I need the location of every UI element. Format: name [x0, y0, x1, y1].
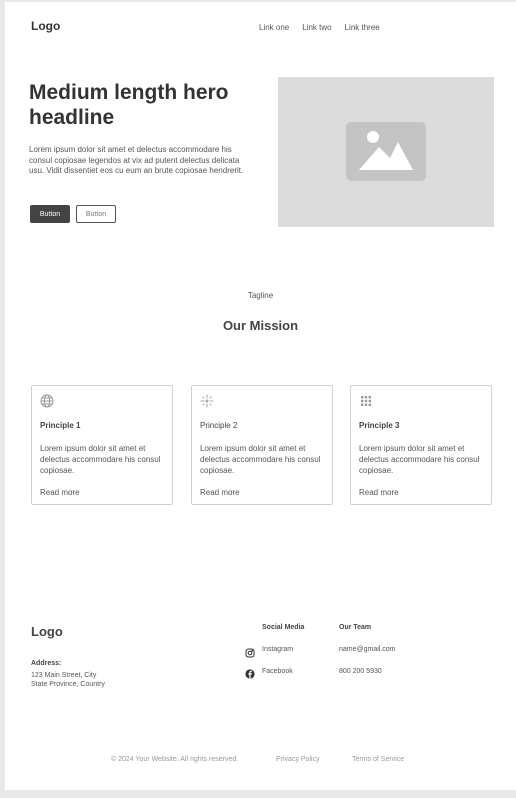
hero-image [278, 77, 494, 227]
footer-logo[interactable]: Logo [31, 624, 63, 639]
hero-primary-button[interactable]: Button [30, 205, 70, 223]
principle-card: Principle 2 Lorem ipsum dolor sit amet e… [191, 385, 333, 505]
card-title: Principle 3 [359, 421, 400, 430]
page: Logo Link one Link two Link three Medium l… [5, 2, 516, 790]
nav-links: Link one Link two Link three [259, 23, 393, 32]
read-more-link[interactable]: Read more [200, 488, 240, 497]
team-phone[interactable]: 800 200 5930 [339, 668, 382, 675]
address-text: 123 Main Street, City State Province, Co… [31, 671, 105, 689]
hero-secondary-button[interactable]: Button [76, 205, 116, 223]
card-body: Lorem ipsum dolor sit amet et delectus a… [40, 444, 161, 475]
nav-link-three[interactable]: Link three [345, 23, 380, 32]
instagram-icon[interactable] [245, 645, 255, 658]
address-line: 123 Main Street, City [31, 672, 97, 679]
nav-link-two[interactable]: Link two [302, 23, 331, 32]
privacy-policy-link[interactable]: Privacy Policy [276, 756, 320, 763]
address-label: Address: [31, 660, 62, 667]
principle-card: Principle 3 Lorem ipsum dolor sit amet e… [350, 385, 492, 505]
nav-link-one[interactable]: Link one [259, 23, 289, 32]
hero-headline: Medium length hero headline [29, 81, 229, 129]
facebook-icon[interactable] [245, 666, 255, 679]
image-placeholder-icon [346, 122, 426, 181]
team-email[interactable]: name@gmail.com [339, 646, 396, 653]
terms-of-service-link[interactable]: Terms of Service [352, 756, 404, 763]
address-line: State Province, Country [31, 681, 105, 688]
mission-tagline: Tagline [247, 291, 274, 300]
read-more-link[interactable]: Read more [359, 488, 399, 497]
our-team-heading: Our Team [339, 624, 372, 631]
copyright-text: © 2024 Your Website. All rights reserved… [111, 756, 239, 763]
nav-logo[interactable]: Logo [31, 19, 60, 33]
hero-body: Lorem ipsum dolor sit amet et delectus a… [29, 145, 244, 176]
card-body: Lorem ipsum dolor sit amet et delectus a… [359, 444, 480, 475]
mission-title: Our Mission [222, 318, 299, 333]
instagram-link[interactable]: Instagram [262, 646, 293, 653]
card-body: Lorem ipsum dolor sit amet et delectus a… [200, 444, 321, 475]
read-more-link[interactable]: Read more [40, 488, 80, 497]
card-title: Principle 1 [40, 421, 81, 430]
principle-card: Principle 1 Lorem ipsum dolor sit amet e… [31, 385, 173, 505]
facebook-link[interactable]: Facebook [262, 668, 293, 675]
sparkle-icon [200, 394, 214, 408]
grid-dots-icon [359, 394, 373, 408]
globe-icon [40, 394, 54, 408]
social-media-heading: Social Media [262, 624, 305, 631]
card-title: Principle 2 [200, 421, 238, 430]
